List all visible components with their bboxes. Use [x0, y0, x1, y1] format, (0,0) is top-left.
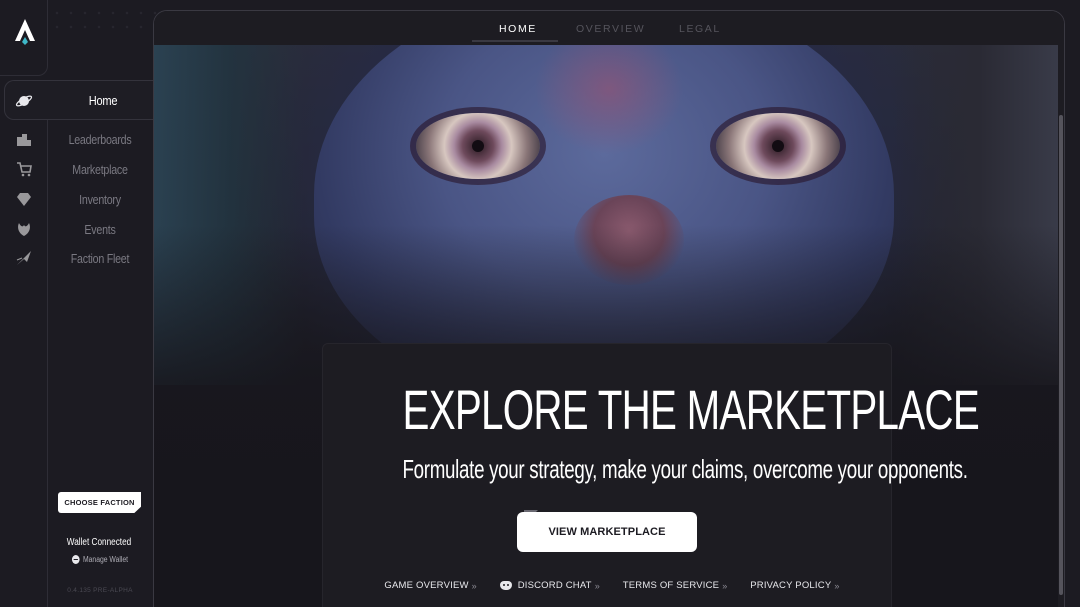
privacy-policy-link[interactable]: PRIVACY POLICY » [750, 580, 839, 591]
hero: EXPLORE THE MARKETPLACE Formulate your s… [154, 45, 1064, 607]
sidebar-item-inventory[interactable]: Inventory [0, 185, 154, 215]
hero-forehead-marking [534, 45, 684, 155]
hero-panel: EXPLORE THE MARKETPLACE Formulate your s… [322, 343, 980, 607]
scrollbar[interactable] [1058, 45, 1064, 607]
sidebar-item-leaderboards[interactable]: Leaderboards [0, 125, 154, 155]
top-nav: HOME OVERVIEW LEGAL [154, 11, 1064, 45]
manage-wallet-label: Manage Wallet [82, 555, 129, 564]
double-chevron-icon: » [722, 580, 728, 591]
sidebar-item-events[interactable]: Events [0, 215, 154, 245]
page-subtitle: Formulate your strategy, make your claim… [402, 454, 968, 484]
decorative-dot-grid [50, 6, 160, 36]
sidebar-item-label: Marketplace [72, 162, 128, 177]
sidebar-item-label: Events [84, 222, 116, 237]
page-title: EXPLORE THE MARKETPLACE [402, 378, 980, 441]
manage-wallet-link[interactable]: Manage Wallet [66, 555, 134, 564]
link-label: TERMS OF SERVICE [622, 580, 720, 591]
a-logo-icon[interactable] [14, 18, 36, 46]
double-chevron-icon: » [471, 580, 477, 591]
tab-legal[interactable]: LEGAL [679, 23, 721, 35]
active-tab-indicator [472, 40, 558, 42]
game-overview-link[interactable]: GAME OVERVIEW » [384, 580, 476, 591]
double-chevron-icon: » [594, 580, 600, 591]
terms-of-service-link[interactable]: TERMS OF SERVICE » [623, 580, 728, 591]
tab-overview[interactable]: OVERVIEW [576, 23, 645, 35]
discord-icon [499, 581, 512, 590]
hero-left-eye [416, 113, 540, 179]
tab-home[interactable]: HOME [499, 23, 537, 35]
version-label: 0.4.135 PRE-ALPHA [67, 587, 133, 594]
link-label: GAME OVERVIEW [384, 580, 469, 591]
wallet-status: Wallet Connected [66, 537, 132, 548]
sidebar-item-label: Inventory [79, 192, 121, 207]
link-label: DISCORD CHAT [517, 580, 592, 591]
discord-chat-link[interactable]: DISCORD CHAT » [499, 580, 600, 591]
sidebar-item-label: Home [88, 93, 118, 108]
view-marketplace-button[interactable]: VIEW MARKETPLACE [517, 512, 697, 552]
sidebar-item-label: Faction Fleet [70, 251, 130, 266]
wallet-icon [71, 555, 80, 564]
podium-icon [17, 134, 31, 146]
main-frame: HOME OVERVIEW LEGAL EXPLORE THE MARKETPL… [153, 10, 1065, 607]
hero-right-eye [716, 113, 840, 179]
link-label: PRIVACY POLICY [750, 580, 832, 591]
sidebar-item-home[interactable]: Home [4, 80, 154, 120]
sidebar-item-marketplace[interactable]: Marketplace [0, 155, 154, 185]
cart-icon [17, 162, 32, 177]
scrollbar-thumb[interactable] [1059, 115, 1063, 595]
sidebar: Home Leaderboards Marketplace Inventory … [0, 0, 160, 607]
logo-box [0, 0, 48, 76]
sidebar-item-label: Leaderboards [68, 132, 132, 147]
choose-faction-button[interactable]: CHOOSE FACTION [58, 492, 141, 513]
footer-links: GAME OVERVIEW » DISCORD CHAT » TERMS OF … [323, 580, 891, 591]
diamond-icon [17, 193, 31, 206]
sidebar-item-faction-fleet[interactable]: Faction Fleet [0, 244, 154, 274]
double-chevron-icon: » [834, 580, 840, 591]
ship-icon [16, 251, 31, 265]
phoenix-icon [18, 223, 30, 236]
planet-icon [15, 95, 33, 107]
